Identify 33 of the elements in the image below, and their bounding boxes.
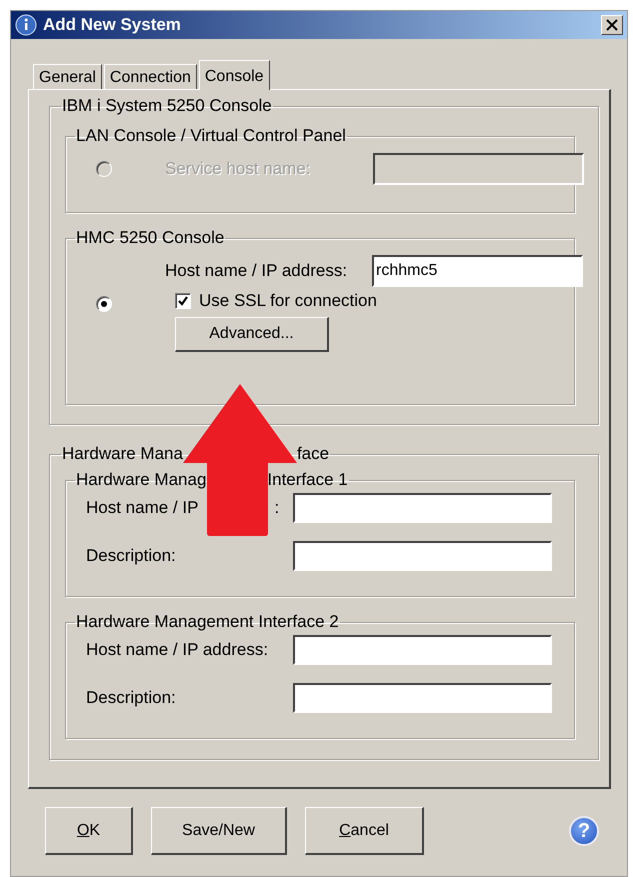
close-button[interactable] (601, 15, 623, 35)
input-field[interactable] (293, 493, 552, 523)
group-legend: Hardware Management Interface 2 (76, 613, 339, 631)
field-label: Description: (86, 688, 177, 708)
group-legend: Interface 1 (267, 471, 348, 489)
group-legend: Hardware Manag (76, 471, 206, 489)
group-legend: IBM i System 5250 Console (62, 97, 272, 115)
dialog-button[interactable]: Save/New (151, 807, 287, 855)
info-icon (15, 14, 37, 36)
input-field[interactable] (293, 635, 552, 665)
field-label: Host name / IP (86, 498, 198, 518)
input-field[interactable] (293, 541, 552, 571)
field-label: Description: (86, 546, 177, 566)
field-label: : (274, 498, 280, 518)
group-legend: face (296, 445, 330, 463)
input-field[interactable]: rchhmc5 (372, 255, 583, 287)
field-label: Host name / IP address: (165, 261, 348, 281)
tab[interactable]: General (33, 64, 102, 89)
window-title: Add New System (43, 15, 181, 35)
checkbox[interactable] (175, 293, 191, 309)
group-legend: HMC 5250 Console (76, 229, 224, 247)
group-legend: Hardware Mana (62, 445, 183, 463)
input-field[interactable] (293, 683, 552, 713)
close-icon (605, 18, 619, 32)
radio-button[interactable] (96, 296, 112, 312)
tab[interactable]: Connection (104, 64, 197, 89)
tab[interactable]: Console (198, 60, 270, 90)
dialog-button[interactable]: OK (45, 807, 133, 855)
checkbox-label: Use SSL for connection (199, 291, 377, 311)
advanced-button[interactable]: Advanced... (175, 317, 329, 352)
field-label: Host name / IP address: (86, 640, 268, 660)
dialog-button[interactable]: Cancel (305, 807, 424, 855)
group-legend: LAN Console / Virtual Control Panel (76, 127, 346, 145)
